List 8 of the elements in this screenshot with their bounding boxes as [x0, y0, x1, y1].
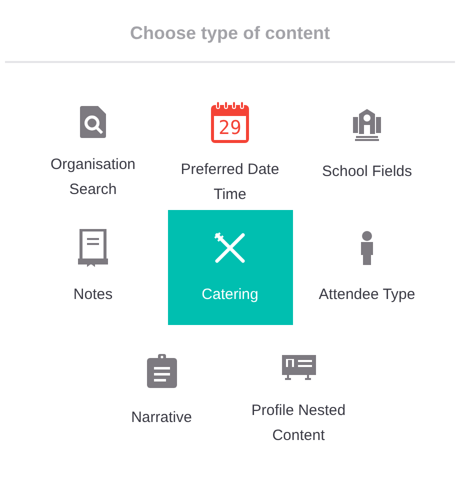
- id-card-icon: [282, 354, 316, 380]
- fork-knife-icon: [214, 232, 246, 264]
- book-icon: [78, 229, 108, 267]
- person-icon: [360, 231, 374, 265]
- dialog-title: Choose type of content: [130, 22, 330, 45]
- file-search-icon: [80, 106, 106, 138]
- clipboard-icon: [146, 354, 176, 388]
- school-icon: [351, 109, 383, 141]
